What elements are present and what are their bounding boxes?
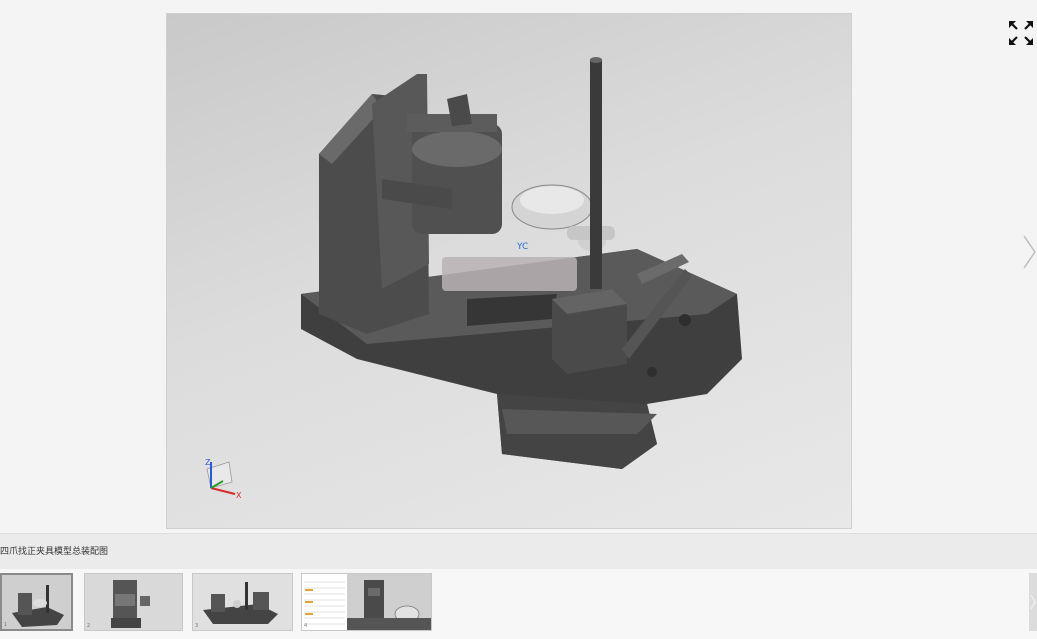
thumbnail-2[interactable]: 2 xyxy=(84,573,183,631)
chevron-right-icon xyxy=(1023,235,1036,269)
next-image-button[interactable] xyxy=(1021,232,1037,272)
main-image-fixture-assembly[interactable]: YC Z X xyxy=(166,13,852,529)
axis-triad: Z X xyxy=(205,458,242,500)
fixture-assembly-render: YC Z X xyxy=(205,57,742,500)
axis-z-label: Z xyxy=(205,458,211,467)
thumbnail-strip: 1 2 3 4 xyxy=(0,569,1037,639)
fullscreen-button[interactable] xyxy=(1007,18,1035,48)
axis-x-label: X xyxy=(236,491,242,500)
thumbnail-4[interactable]: 4 xyxy=(301,573,432,631)
thumbnail-index: 2 xyxy=(87,623,91,629)
thumbnail-1[interactable]: 1 xyxy=(0,573,73,631)
expand-arrows-icon xyxy=(1009,21,1033,45)
image-caption: 四爪找正夹具模型总装配图 xyxy=(0,547,109,557)
thumbnail-index: 3 xyxy=(195,623,199,629)
thumbnail-3[interactable]: 3 xyxy=(192,573,293,631)
thumbnail-next-button[interactable] xyxy=(1029,573,1037,631)
thumbnail-index: 1 xyxy=(4,622,8,628)
image-viewer: YC Z X xyxy=(0,0,1037,533)
chevron-right-icon xyxy=(1030,594,1036,610)
caption-bar: 四爪找正夹具模型总装配图 xyxy=(0,533,1037,570)
thumbnail-index: 4 xyxy=(304,623,308,629)
blurred-watermark xyxy=(442,257,577,291)
yc-label: YC xyxy=(516,242,528,252)
